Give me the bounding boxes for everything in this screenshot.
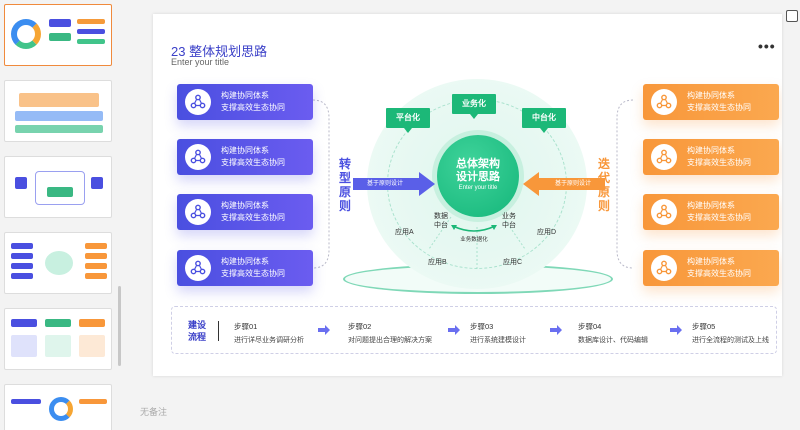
process-step-1: 步骤01 进行详尽业务调研分析 <box>234 321 304 345</box>
data-center-label-line1: 数据 <box>434 213 448 220</box>
panel-toggle-icon[interactable] <box>786 10 798 22</box>
network-icon <box>651 89 677 115</box>
step-arrow-icon <box>448 325 460 335</box>
step-3-name: 步骤03 <box>470 322 494 331</box>
bubble-middle-platform: 中台化 <box>522 108 566 133</box>
step-arrow-icon <box>670 325 682 335</box>
right-card-3: 构建协同体系支撑高效生态协同 <box>643 194 779 230</box>
left-card-2-line2: 支撑高效生态协同 <box>221 158 285 167</box>
business-center-label-line2: 中台 <box>502 222 516 229</box>
left-card-4-line2: 支撑高效生态协同 <box>221 269 285 278</box>
network-icon <box>185 144 211 170</box>
transformation-principle-label: 转 型 原 则 <box>339 157 351 213</box>
network-icon <box>185 255 211 281</box>
step-3-desc: 进行系统建模设计 <box>470 337 526 344</box>
step-4-name: 步骤04 <box>578 322 602 331</box>
app-d-label: 应用D <box>537 229 557 236</box>
right-card-2-line2: 支撑高效生态协同 <box>687 158 751 167</box>
step-2-name: 步骤02 <box>348 322 372 331</box>
left-card-3: 构建协同体系支撑高效生态协同 <box>177 194 313 230</box>
left-card-4: 构建协同体系支撑高效生态协同 <box>177 250 313 286</box>
right-label-char-4: 则 <box>598 199 611 213</box>
core-subtitle: Enter your title <box>458 185 498 191</box>
left-card-1: 构建协同体系支撑高效生态协同 <box>177 84 313 120</box>
network-icon <box>651 144 677 170</box>
right-card-4-line1: 构建协同体系 <box>687 257 735 266</box>
right-card-1: 构建协同体系支撑高效生态协同 <box>643 84 779 120</box>
right-card-4-line2: 支撑高效生态协同 <box>687 269 751 278</box>
business-center-label: 业务 中台 <box>499 212 519 230</box>
shared-label: 业务数据化 <box>460 237 488 243</box>
left-label-char-2: 型 <box>339 171 352 185</box>
data-center-label-line2: 中台 <box>434 222 448 229</box>
slide-thumbnail-4[interactable] <box>4 232 112 294</box>
right-label-char-1: 迭 <box>598 157 611 171</box>
network-icon <box>651 255 677 281</box>
process-step-5: 步骤05 进行全流程的测试及上线 <box>692 321 769 345</box>
process-step-3: 步骤03 进行系统建模设计 <box>470 321 526 345</box>
bubble-business: 业务化 <box>452 94 496 119</box>
slide-thumbnail-1[interactable] <box>4 4 112 66</box>
right-arrow-label: 基于原则设计 <box>554 181 591 187</box>
business-center-label-line1: 业务 <box>502 213 516 220</box>
network-icon <box>185 89 211 115</box>
left-card-1-line1: 构建协同体系 <box>221 91 269 100</box>
process-step-4: 步骤04 数据库设计、代码编辑 <box>578 321 648 345</box>
slide-thumbnail-2[interactable] <box>4 80 112 142</box>
left-card-2-line1: 构建协同体系 <box>221 146 269 155</box>
process-title-line2: 流程 <box>188 332 207 342</box>
right-card-2: 构建协同体系支撑高效生态协同 <box>643 139 779 175</box>
network-icon <box>185 199 211 225</box>
bubble-platform: 平台化 <box>386 108 430 133</box>
right-card-1-line1: 构建协同体系 <box>687 91 735 100</box>
slide-thumbnail-3[interactable] <box>4 156 112 218</box>
process-title: 建设 流程 <box>188 319 208 343</box>
step-1-desc: 进行详尽业务调研分析 <box>234 337 304 344</box>
right-card-3-line2: 支撑高效生态协同 <box>687 213 751 222</box>
right-card-3-line1: 构建协同体系 <box>687 201 735 210</box>
left-card-1-line2: 支撑高效生态协同 <box>221 103 285 112</box>
exchange-arrow <box>451 225 497 232</box>
slide-canvas: ••• 23 整体规划思路 Enter your title 构建协同体系 支撑高… <box>153 14 782 376</box>
left-card-4-line1: 构建协同体系 <box>221 257 269 266</box>
left-label-char-1: 转 <box>339 157 352 171</box>
step-2-desc: 对问题提出合理的解决方案 <box>348 337 432 344</box>
thumbnail-scrollbar[interactable] <box>118 286 121 366</box>
process-step-2: 步骤02 对问题提出合理的解决方案 <box>348 321 432 345</box>
data-center-label: 数据 中台 <box>431 212 451 230</box>
step-5-desc: 进行全流程的测试及上线 <box>692 337 769 344</box>
process-bar: 建设 流程 步骤01 进行详尽业务调研分析 步骤02 对问题提出合理的解决方案 … <box>171 306 777 354</box>
core-architecture-circle: 总体架构 设计思路 Enter your title <box>437 135 519 217</box>
left-card-2: 构建协同体系支撑高效生态协同 <box>177 139 313 175</box>
speaker-notes-placeholder[interactable]: 无备注 <box>140 405 167 418</box>
step-arrow-icon <box>550 325 562 335</box>
left-label-char-3: 原 <box>339 185 352 199</box>
step-arrow-icon <box>318 325 330 335</box>
slide-thumbnail-panel <box>0 0 122 430</box>
left-card-3-line1: 构建协同体系 <box>221 201 269 210</box>
left-label-char-4: 则 <box>339 199 352 213</box>
step-4-desc: 数据库设计、代码编辑 <box>578 337 648 344</box>
right-card-4: 构建协同体系支撑高效生态协同 <box>643 250 779 286</box>
slide-thumbnail-5[interactable] <box>4 308 112 370</box>
app-c-label: 应用C <box>503 259 523 266</box>
left-arrow-label: 基于原则设计 <box>366 181 403 187</box>
core-title-line2: 设计思路 <box>456 171 500 183</box>
app-b-label: 应用B <box>428 259 447 266</box>
step-1-name: 步骤01 <box>234 322 258 331</box>
right-card-1-line2: 支撑高效生态协同 <box>687 103 751 112</box>
slide-thumbnail-6[interactable] <box>4 384 112 430</box>
step-5-name: 步骤05 <box>692 322 716 331</box>
process-title-line1: 建设 <box>188 320 207 330</box>
app-a-label: 应用A <box>395 229 414 236</box>
network-icon <box>651 199 677 225</box>
right-card-2-line1: 构建协同体系 <box>687 146 735 155</box>
process-divider <box>218 321 219 341</box>
left-card-3-line2: 支撑高效生态协同 <box>221 213 285 222</box>
